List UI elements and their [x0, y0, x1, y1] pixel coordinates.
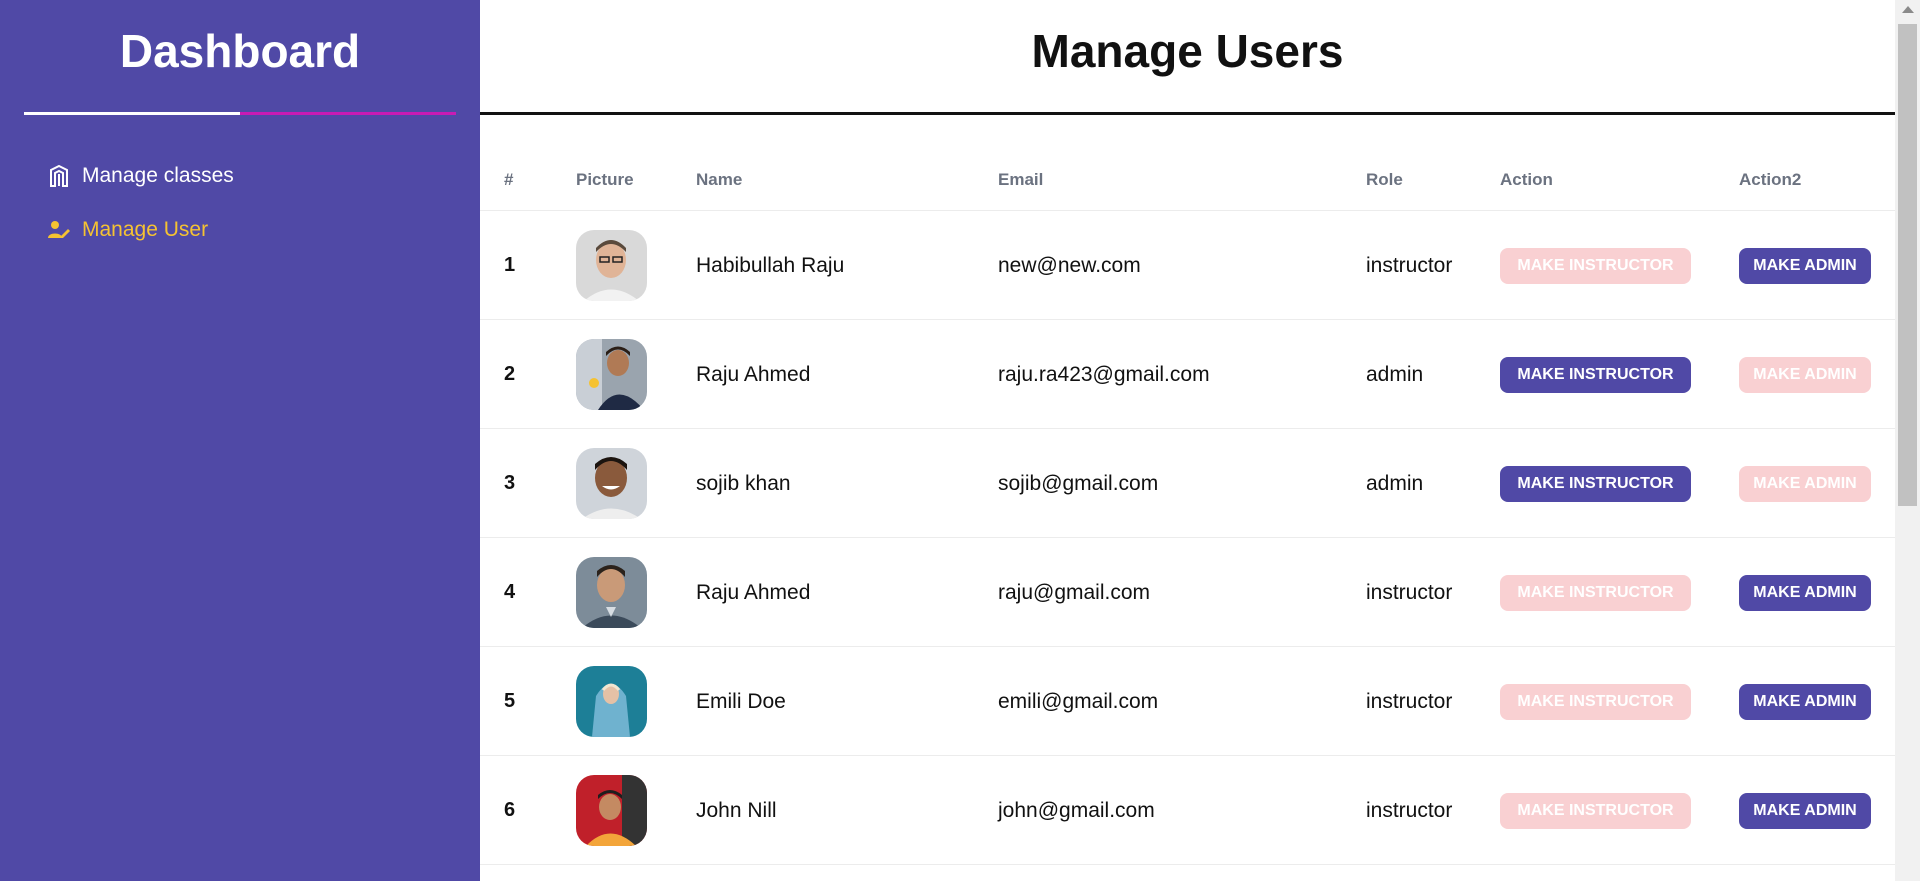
user-role: admin [1366, 362, 1424, 386]
make-instructor-button[interactable]: MAKE INSTRUCTOR [1500, 465, 1691, 502]
scroll-up-arrow-icon[interactable] [1902, 6, 1914, 13]
user-email: new@new.com [998, 253, 1141, 277]
avatar [576, 775, 647, 846]
make-admin-button[interactable]: MAKE ADMIN [1739, 247, 1871, 284]
sidebar-item-label: Manage User [82, 218, 209, 241]
user-role: instructor [1366, 580, 1453, 604]
column-header-email: Email [998, 170, 1044, 189]
make-instructor-button[interactable]: MAKE INSTRUCTOR [1500, 683, 1691, 720]
table-row: 6 John Nill john@gmail.com instructor MA… [480, 755, 1895, 865]
user-name: Emili Doe [696, 689, 786, 713]
title-underline-right [240, 112, 456, 115]
make-admin-button[interactable]: MAKE ADMIN [1739, 792, 1871, 829]
row-number: 4 [504, 581, 516, 603]
table-row: 5 Emili Doe emili@gmail.com instructor M… [480, 646, 1895, 756]
make-admin-button[interactable]: MAKE ADMIN [1739, 683, 1871, 720]
avatar [576, 557, 647, 628]
user-name: John Nill [696, 798, 777, 822]
user-name: Raju Ahmed [696, 362, 811, 386]
make-admin-button[interactable]: MAKE ADMIN [1739, 465, 1871, 502]
title-divider [480, 112, 1895, 115]
make-instructor-button[interactable]: MAKE INSTRUCTOR [1500, 792, 1691, 829]
table-row: 3 sojib khan sojib@gmail.com admin MAKE … [480, 428, 1895, 538]
table-row: 1 Habibullah Raju new@new.com instructor… [480, 210, 1895, 320]
column-header-name: Name [696, 170, 743, 189]
column-header-picture: Picture [576, 170, 634, 189]
row-number: 1 [504, 254, 516, 276]
user-role: instructor [1366, 689, 1453, 713]
column-header-action2: Action2 [1739, 170, 1802, 189]
scrollbar-thumb[interactable] [1898, 24, 1917, 506]
make-admin-button[interactable]: MAKE ADMIN [1739, 356, 1871, 393]
row-number: 3 [504, 472, 516, 494]
avatar [576, 230, 647, 301]
user-email: emili@gmail.com [998, 689, 1159, 713]
row-number: 2 [504, 363, 516, 385]
sidebar-item-manage-classes[interactable]: Manage classes [48, 164, 234, 188]
user-email: raju.ra423@gmail.com [998, 362, 1210, 386]
sidebar-item-manage-user[interactable]: Manage User [48, 218, 208, 242]
user-email: sojib@gmail.com [998, 471, 1159, 495]
make-instructor-button[interactable]: MAKE INSTRUCTOR [1500, 247, 1691, 284]
title-underline-left [24, 112, 240, 115]
sidebar-item-label: Manage classes [82, 164, 234, 187]
dashboard-title: Dashboard [119, 25, 361, 77]
column-header-action: Action [1500, 170, 1553, 189]
main-content: Manage Users # Picture Name Email Role A… [480, 0, 1895, 881]
user-edit-icon [48, 219, 70, 241]
page-title: Manage Users [1031, 25, 1344, 77]
user-role: admin [1366, 471, 1424, 495]
building-icon [48, 165, 70, 187]
row-number: 6 [504, 799, 516, 821]
sidebar: Dashboard Manage classes Manage User [0, 0, 480, 881]
table-row: 2 Raju Ahmed raju.ra423@gmail.com admin … [480, 319, 1895, 429]
user-role: instructor [1366, 253, 1453, 277]
column-header-number: # [504, 170, 514, 189]
table-row: 4 Raju Ahmed raju@gmail.com instructor M… [480, 537, 1895, 647]
user-name: Raju Ahmed [696, 580, 811, 604]
user-name: sojib khan [696, 471, 791, 495]
avatar [576, 448, 647, 519]
avatar [576, 339, 647, 410]
user-email: raju@gmail.com [998, 580, 1151, 604]
user-name: Habibullah Raju [696, 253, 845, 277]
table-row-partial [480, 864, 1895, 882]
make-admin-button[interactable]: MAKE ADMIN [1739, 574, 1871, 611]
make-instructor-button[interactable]: MAKE INSTRUCTOR [1500, 356, 1691, 393]
make-instructor-button[interactable]: MAKE INSTRUCTOR [1500, 574, 1691, 611]
user-email: john@gmail.com [998, 798, 1155, 822]
row-number: 5 [504, 690, 516, 712]
column-header-role: Role [1366, 170, 1403, 189]
user-role: instructor [1366, 798, 1453, 822]
avatar [576, 666, 647, 737]
